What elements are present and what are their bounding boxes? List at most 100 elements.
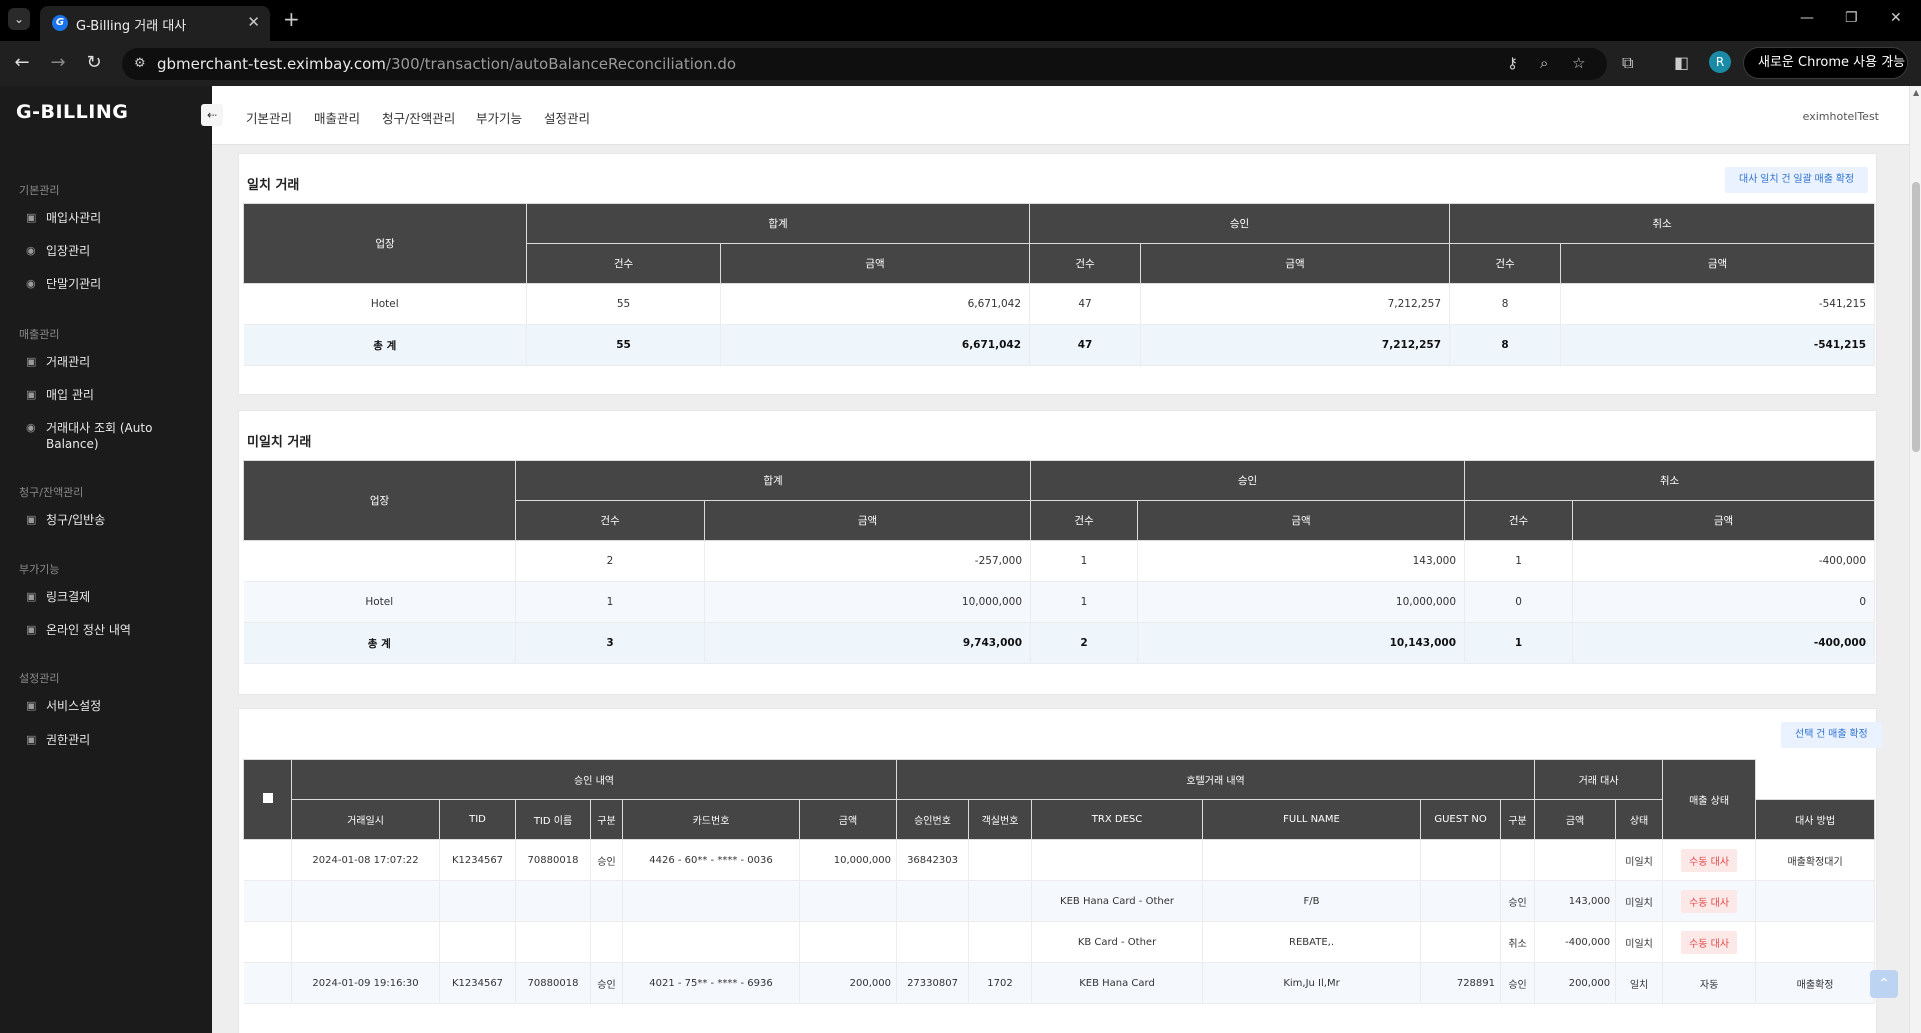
sidebar-item-auto-balance[interactable]: ◉ 거래대사 조회 (Auto Balance) [26, 420, 206, 452]
cell-amount: 143,000 [1137, 540, 1466, 582]
col-group-total: 합계 [514, 460, 1032, 501]
cell-count: 47 [1029, 324, 1142, 366]
cell-amount: -400,000 [1572, 540, 1876, 582]
sidebar-item-billing[interactable]: ▣ 청구/입반송 [26, 512, 206, 528]
top-navigation: 기본관리 매출관리 청구/잔액관리 부가기능 설정관리 eximhotelTes… [212, 86, 1909, 145]
cell-full-name [1202, 839, 1422, 881]
circle-icon: ◉ [26, 244, 36, 257]
sidebar-item-purchase[interactable]: ▣ 매입 관리 [26, 387, 206, 403]
sidebar-item-label: 단말기관리 [46, 277, 102, 291]
table-row[interactable]: 2024-01-08 17:07:22 K1234567 70880018 승인… [243, 839, 1876, 881]
zoom-icon[interactable]: ⌕ [1540, 54, 1548, 72]
sidebar-item-label: 거래관리 [46, 355, 91, 369]
confirm-selected-sales-button[interactable]: 선택 건 매출 확정 [1781, 722, 1882, 748]
row-select-cell[interactable] [243, 839, 292, 881]
cell-datetime: 2024-01-09 19:16:30 [291, 962, 440, 1004]
cell-count: 1 [515, 581, 705, 623]
kebab-menu-icon[interactable]: ⋮ [1882, 48, 1895, 78]
manual-recon-button[interactable]: 수동 대사 [1681, 848, 1738, 872]
topnav-billing[interactable]: 청구/잔액관리 [382, 108, 455, 127]
scrollbar-thumb[interactable] [1912, 182, 1920, 452]
col-count: 건수 [515, 500, 705, 541]
row-select-cell[interactable] [243, 962, 292, 1004]
cell-total-label: 총 계 [243, 622, 516, 664]
col-count: 건수 [1030, 500, 1139, 541]
table-row[interactable]: KB Card - Other REBATE,. 취소 -400,000 미일치… [243, 921, 1876, 963]
profile-avatar[interactable]: R [1709, 51, 1731, 73]
side-panel-icon[interactable]: ◧ [1674, 53, 1689, 72]
main-content: 기본관리 매출관리 청구/잔액관리 부가기능 설정관리 eximhotelTes… [212, 86, 1909, 1033]
col-amount: 금액 [1140, 243, 1451, 284]
col-count: 건수 [1449, 243, 1562, 284]
document-icon: ▣ [26, 513, 37, 526]
close-tab-icon[interactable]: ✕ [247, 13, 260, 31]
cell-tid: K1234567 [439, 962, 516, 1004]
cell-count: 8 [1449, 324, 1562, 366]
url-text: gbmerchant-test.eximbay.com/300/transact… [157, 55, 737, 73]
sidebar-item-link-payment[interactable]: ▣ 링크결제 [26, 589, 206, 605]
new-tab-plus-icon[interactable]: + [283, 7, 300, 31]
sidebar-collapse-arrow-icon[interactable]: ⇠ [201, 104, 223, 126]
confirm-matched-sales-button[interactable]: 대사 일치 건 일괄 매출 확정 [1725, 167, 1869, 193]
cell-room [968, 880, 1033, 922]
topnav-basic[interactable]: 기본관리 [246, 108, 292, 127]
sidebar-item-online-settlement[interactable]: ▣ 온라인 정산 내역 [26, 622, 206, 638]
manual-recon-button[interactable]: 수동 대사 [1681, 930, 1738, 954]
scroll-up-arrow-icon[interactable]: ▲ [1913, 88, 1919, 97]
user-name[interactable]: eximhotelTest [1803, 110, 1879, 123]
restore-icon[interactable]: ❐ [1845, 10, 1858, 26]
close-window-icon[interactable]: ✕ [1890, 10, 1902, 26]
chrome-update-button[interactable]: 새로운 Chrome 사용 가능 ⋮ [1743, 47, 1908, 79]
cell-room [968, 839, 1033, 881]
cell-tid [439, 921, 516, 963]
scroll-to-top-icon[interactable]: ⌃ [1870, 970, 1898, 998]
cell-status: 일치 [1615, 962, 1664, 1004]
sidebar-item-transactions[interactable]: ▣ 거래관리 [26, 354, 206, 370]
minimize-icon[interactable]: — [1800, 10, 1814, 26]
cell-guest-no [1420, 839, 1502, 881]
tab-search-chevron-icon[interactable]: ⌄ [8, 8, 30, 30]
nav-group-title: 청구/잔액관리 [19, 486, 84, 499]
row-select-cell[interactable] [243, 880, 292, 922]
cell-hotel-amount [1534, 839, 1617, 881]
forward-arrow-icon[interactable]: → [47, 52, 69, 73]
circle-icon: ◉ [26, 421, 36, 434]
table-row[interactable]: 2024-01-09 19:16:30 K1234567 70880018 승인… [243, 962, 1876, 1004]
cell-full-name: Kim,Ju Il,Mr [1202, 962, 1422, 1004]
select-all-checkbox[interactable] [262, 793, 273, 803]
topnav-settings[interactable]: 설정관리 [544, 108, 590, 127]
cell-amount: 6,671,042 [720, 283, 1031, 325]
sidebar-item-store[interactable]: ◉ 입장관리 [26, 243, 206, 259]
cell-card [622, 921, 800, 963]
cell-tid-name: 70880018 [515, 839, 591, 881]
password-key-icon[interactable]: ⚷ [1507, 54, 1518, 72]
cell-count: 55 [526, 324, 721, 366]
page-scrollbar[interactable]: ▲ [1909, 86, 1921, 1033]
sidebar-item-permissions[interactable]: ▣ 권한관리 [26, 732, 206, 748]
cell-trx-desc [1031, 839, 1204, 881]
sidebar-item-acquirer[interactable]: ▣ 매입사관리 [26, 210, 206, 226]
topnav-addon[interactable]: 부가기능 [476, 108, 522, 127]
col-method: 대사 방법 [1755, 799, 1876, 840]
sidebar-item-service-settings[interactable]: ▣ 서비스설정 [26, 698, 206, 714]
browser-tab[interactable]: G G-Billing 거래 대사 ✕ [40, 6, 270, 41]
extensions-icon[interactable]: ⧉ [1622, 53, 1633, 73]
cell-approval-no: 36842303 [896, 839, 970, 881]
cell-store [243, 540, 516, 582]
site-info-icon[interactable]: ⚙ [134, 56, 146, 71]
back-arrow-icon[interactable]: ← [11, 52, 33, 73]
reload-icon[interactable]: ↻ [83, 52, 105, 73]
row-select-cell[interactable] [243, 921, 292, 963]
cell-amount: -541,215 [1560, 324, 1876, 366]
site-favicon-icon: G [52, 15, 68, 31]
sidebar-item-terminal[interactable]: ◉ 단말기관리 [26, 276, 206, 292]
table-row[interactable]: KEB Hana Card - Other F/B 승인 143,000 미일치… [243, 880, 1876, 922]
bookmark-star-icon[interactable]: ☆ [1572, 54, 1585, 72]
sidebar-item-label: 매입사관리 [46, 211, 102, 225]
cell-count: 2 [1030, 622, 1139, 664]
manual-recon-button[interactable]: 수동 대사 [1681, 889, 1738, 913]
address-bar[interactable]: ⚙ gbmerchant-test.eximbay.com/300/transa… [122, 48, 1607, 80]
cell-amount [799, 880, 898, 922]
cell-datetime [291, 880, 440, 922]
topnav-sales[interactable]: 매출관리 [314, 108, 360, 127]
